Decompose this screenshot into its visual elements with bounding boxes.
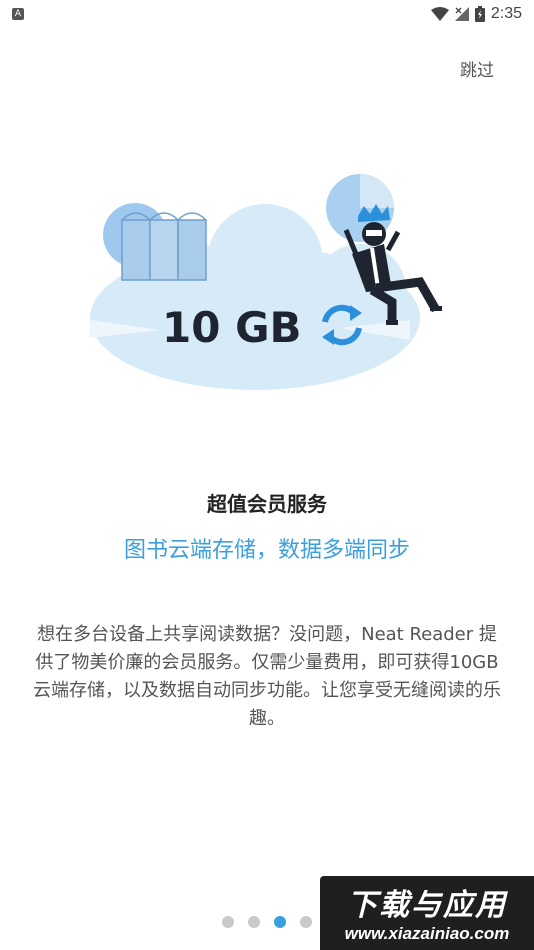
watermark-url: www.xiazainiao.com xyxy=(344,924,510,943)
skip-button[interactable]: 跳过 xyxy=(460,56,494,81)
page-dot[interactable] xyxy=(300,916,312,928)
page-indicator xyxy=(222,916,312,928)
wifi-icon xyxy=(430,7,449,21)
status-bar: A 2:35 xyxy=(0,0,534,28)
description-text: 想在多台设备上共享阅读数据？没问题，Neat Reader 提供了物美价廉的会员… xyxy=(33,624,501,729)
page-dot[interactable] xyxy=(222,916,234,928)
battery-icon xyxy=(474,6,485,22)
headline: 超值会员服务 xyxy=(207,492,327,516)
subheadline: 图书云端存储，数据多端同步 xyxy=(123,538,410,563)
watermark-title: 下载与应用 xyxy=(347,888,507,923)
storage-amount-text: 10 GB xyxy=(162,303,302,352)
clock: 2:35 xyxy=(490,5,522,22)
signal-icon xyxy=(454,7,469,21)
watermark-logo: 下载与应用 www.xiazainiao.com xyxy=(320,876,534,950)
notification-app-icon: A xyxy=(12,8,24,20)
cloud-storage-illustration: 10 GB xyxy=(90,174,442,390)
page-dot-active[interactable] xyxy=(274,916,286,928)
books-icon xyxy=(121,212,207,281)
page-dot[interactable] xyxy=(248,916,260,928)
status-icons: 2:35 xyxy=(430,4,522,24)
